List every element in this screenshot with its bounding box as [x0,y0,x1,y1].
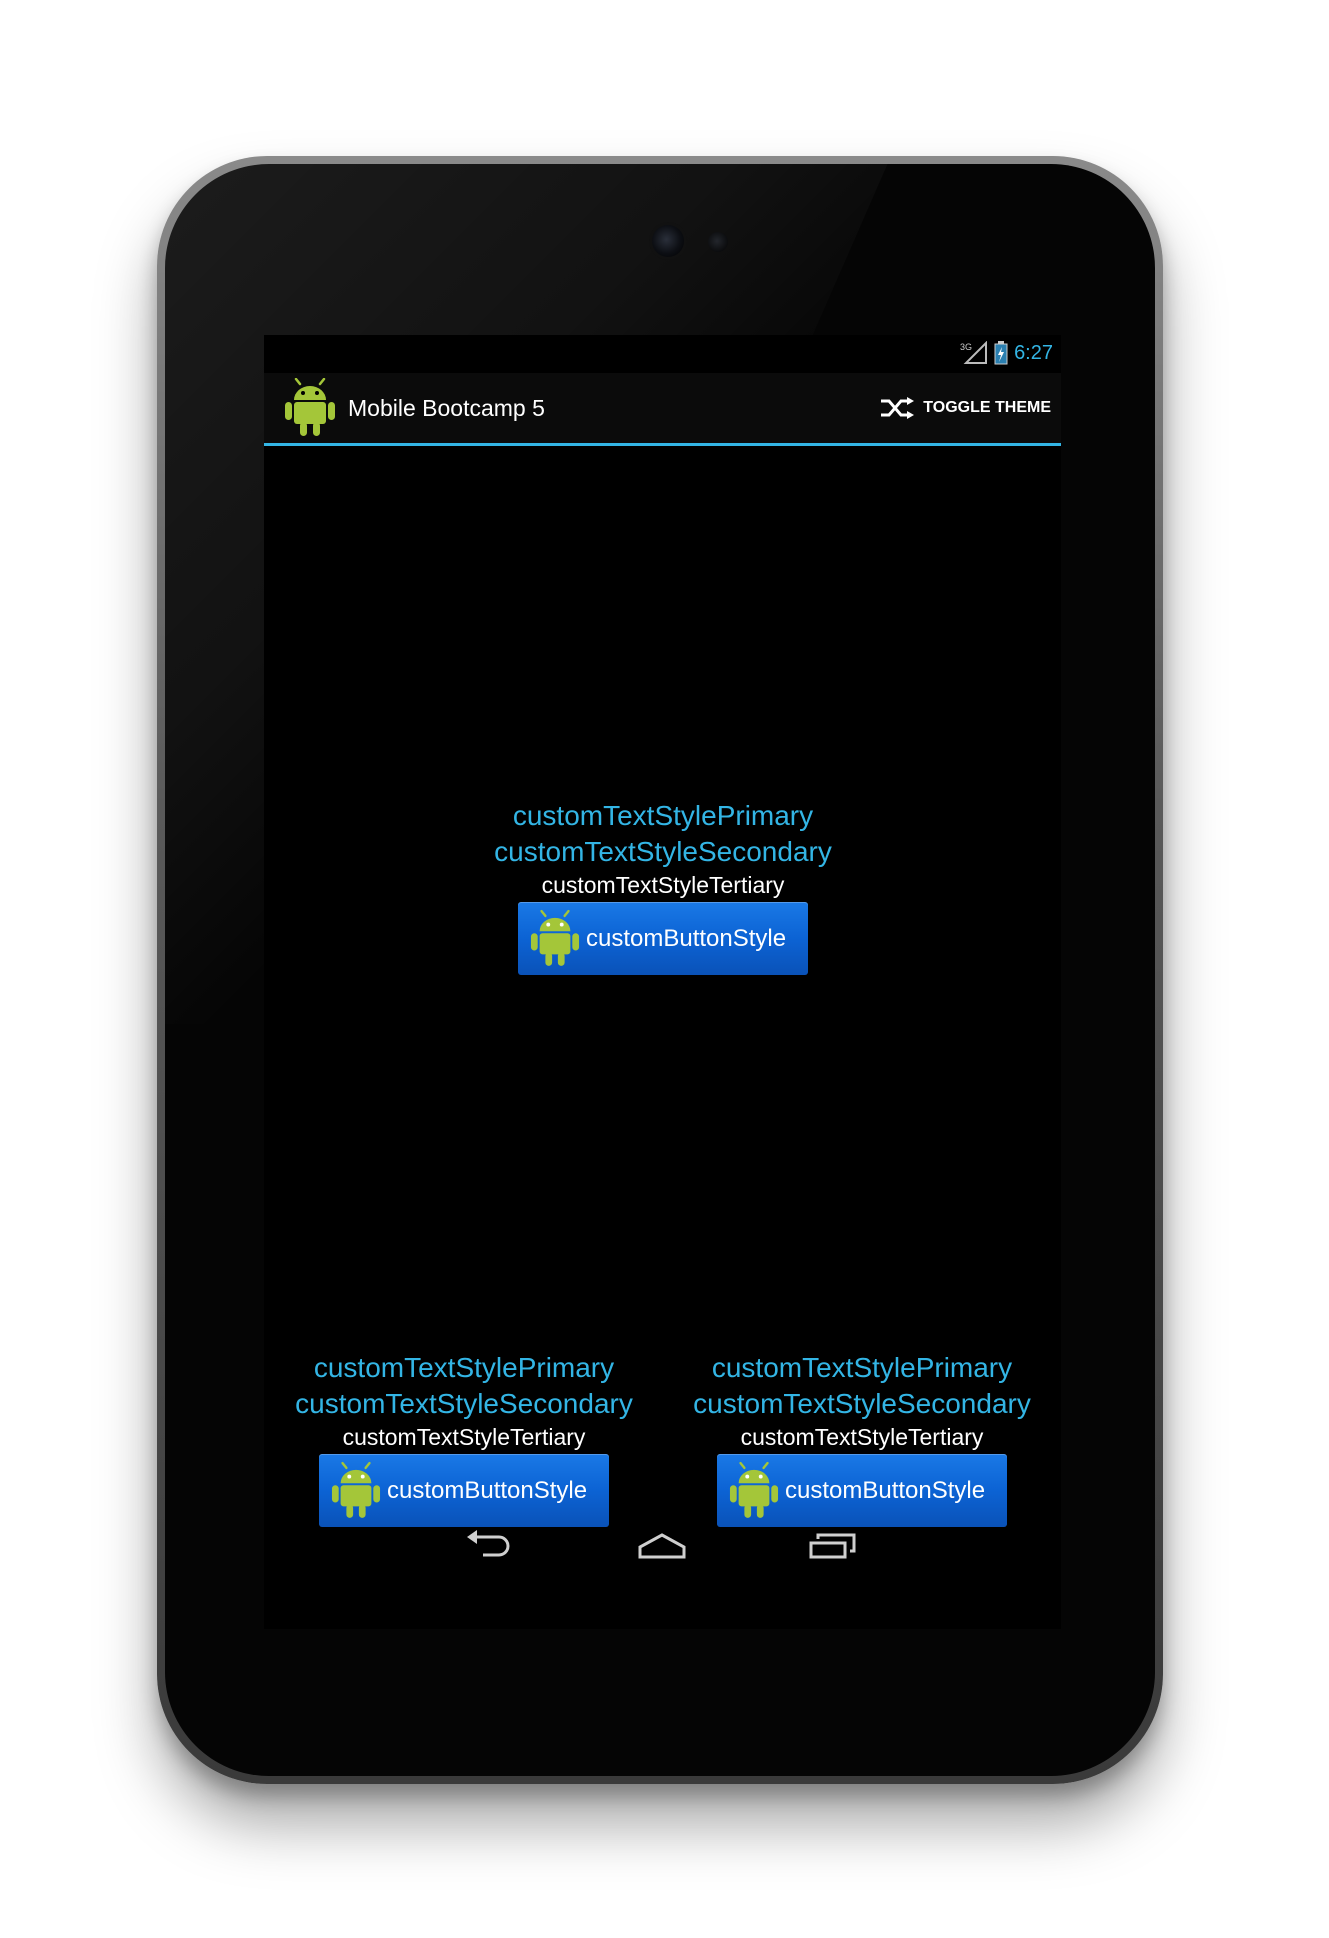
signal-icon: 3G [960,341,988,365]
text-style-tertiary: customTextStyleTertiary [740,1424,984,1450]
action-bar: Mobile Bootcamp 5 TOGGLE THEME [264,373,1061,446]
text-style-secondary: customTextStyleSecondary [693,1388,1031,1419]
text-style-secondary: customTextStyleSecondary [295,1388,633,1419]
text-style-tertiary: customTextStyleTertiary [541,872,785,898]
tablet-bezel: 3G 6:27 Mobile Bootcamp 5 TOGGLE THEME c… [165,164,1155,1776]
status-bar: 3G 6:27 [264,335,1061,373]
android-robot-icon [530,909,580,966]
android-robot-icon [331,1461,381,1518]
custom-button-label: customButtonStyle [586,924,787,952]
shuffle-icon [881,397,915,419]
clock-time: 6:27 [1014,341,1053,364]
battery-charging-icon [994,341,1008,365]
front-camera-icon [652,225,684,257]
text-style-secondary: customTextStyleSecondary [494,836,832,867]
android-robot-icon[interactable] [284,378,336,438]
style-group-center: customTextStylePrimary customTextStyleSe… [463,798,863,975]
text-style-primary: customTextStylePrimary [512,800,814,831]
home-icon[interactable] [636,1529,688,1563]
recent-apps-icon[interactable] [808,1529,858,1563]
toggle-theme-label: TOGGLE THEME [923,399,1051,416]
custom-style-button[interactable]: customButtonStyle [518,902,808,975]
back-icon[interactable] [465,1529,513,1563]
status-icons: 3G 6:27 [960,341,1053,365]
light-sensor-icon [708,232,728,252]
text-style-primary: customTextStylePrimary [313,1352,615,1383]
text-style-tertiary: customTextStyleTertiary [342,1424,586,1450]
custom-button-label: customButtonStyle [785,1476,986,1504]
android-robot-icon [729,1461,779,1518]
network-type-label: 3G [960,342,972,352]
text-style-primary: customTextStylePrimary [711,1352,1013,1383]
device-screen: 3G 6:27 Mobile Bootcamp 5 TOGGLE THEME c… [264,335,1061,1629]
toggle-theme-button[interactable]: TOGGLE THEME [879,373,1051,443]
tablet-frame: 3G 6:27 Mobile Bootcamp 5 TOGGLE THEME c… [157,156,1163,1784]
style-group-right: customTextStylePrimary customTextStyleSe… [662,1350,1061,1527]
custom-button-label: customButtonStyle [387,1476,588,1504]
navigation-bar [264,1515,1061,1595]
app-title: Mobile Bootcamp 5 [348,394,545,421]
style-group-left: customTextStylePrimary customTextStyleSe… [264,1350,664,1527]
